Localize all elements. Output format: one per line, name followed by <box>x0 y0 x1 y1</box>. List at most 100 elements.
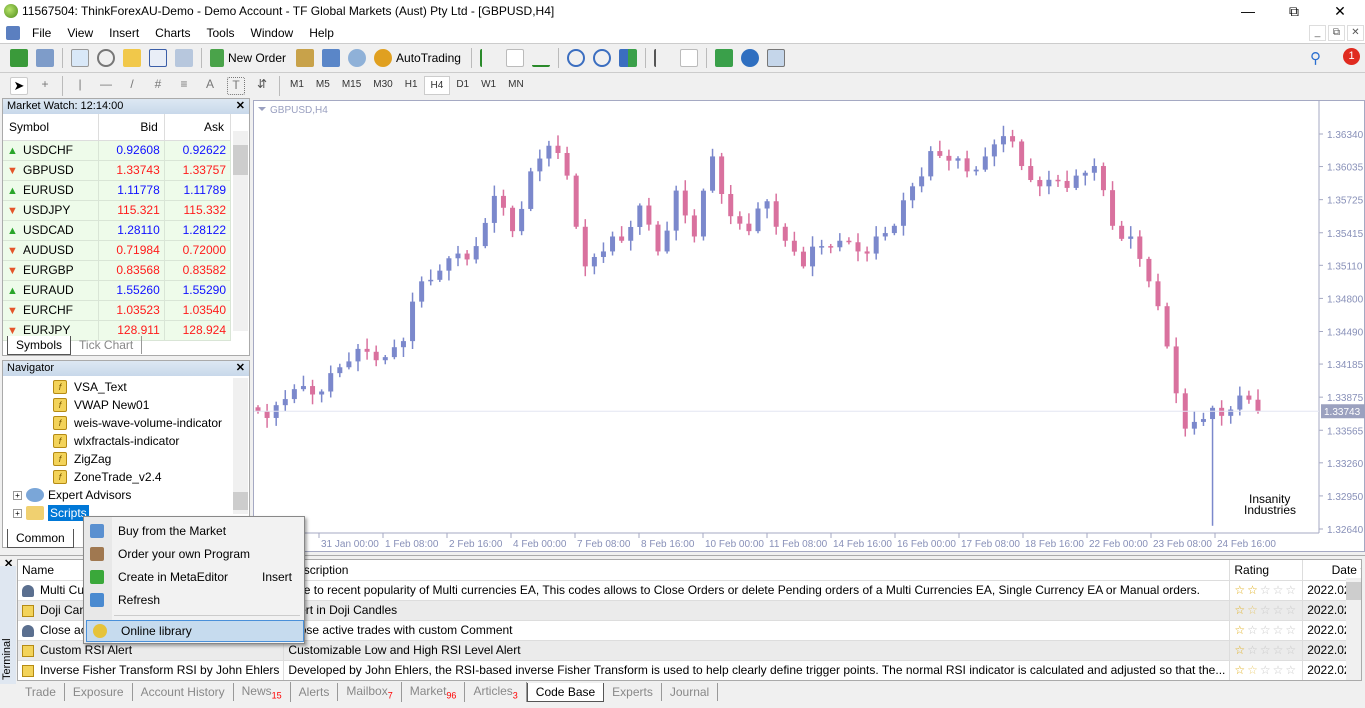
tab-mailbox[interactable]: Mailbox7 <box>338 681 402 703</box>
equidistant-channel-icon[interactable]: # <box>149 77 167 95</box>
terminal-icon[interactable] <box>149 49 167 67</box>
timeframe-m1[interactable]: M1 <box>284 76 310 95</box>
navigator-indicator-item[interactable]: f VWAP New01 <box>3 396 249 414</box>
menu-view[interactable]: View <box>59 26 101 40</box>
new-order-button[interactable]: New Order <box>228 51 286 65</box>
navigator-scrollbar[interactable] <box>233 378 248 514</box>
indicators-icon[interactable] <box>714 49 733 67</box>
tab-alerts[interactable]: Alerts <box>291 683 339 701</box>
close-market-watch-icon[interactable]: ✕ <box>236 99 245 114</box>
market-watch-row[interactable]: ▼ AUDUSD 0.71984 0.72000 <box>3 240 232 261</box>
menu-tools[interactable]: Tools <box>199 26 243 40</box>
tab-articles[interactable]: Articles3 <box>465 681 527 703</box>
market-watch-row[interactable]: ▲ USDCAD 1.28110 1.28122 <box>3 220 232 241</box>
chart-shift-icon[interactable] <box>653 49 672 67</box>
tab-trade[interactable]: Trade <box>17 683 65 701</box>
timeframe-d1[interactable]: D1 <box>450 76 475 95</box>
expand-icon[interactable]: + <box>13 490 22 500</box>
zoom-in-icon[interactable] <box>566 49 585 67</box>
col-ask[interactable]: Ask <box>164 114 232 141</box>
tab-exposure[interactable]: Exposure <box>65 683 133 701</box>
context-menu-item-online-library[interactable]: Online library <box>86 620 304 642</box>
expand-icon[interactable]: + <box>13 508 22 518</box>
profiles-icon[interactable] <box>36 49 54 67</box>
market-watch-row[interactable]: ▼ GBPUSD 1.33743 1.33757 <box>3 160 232 181</box>
context-menu-item-buy-from-the-market[interactable]: Buy from the Market <box>84 520 304 542</box>
code-base-scrollbar[interactable] <box>1346 578 1361 680</box>
tab-symbols[interactable]: Symbols <box>7 335 72 355</box>
context-menu-item-refresh[interactable]: Refresh <box>84 589 304 611</box>
chart-window[interactable]: 1.36340 1.36035 1.35725 1.35415 1.35110 1.348… <box>253 100 1365 552</box>
tab-news[interactable]: News15 <box>234 681 291 703</box>
notification-badge[interactable]: 1 <box>1343 48 1360 65</box>
price-chart[interactable]: 1.36340 1.36035 1.35725 1.35415 1.35110 1.348… <box>254 101 1365 553</box>
mdi-restore-button[interactable]: ⧉ <box>1328 25 1345 41</box>
navigator-group-expert-advisors[interactable]: + Expert Advisors <box>3 486 249 504</box>
timeframe-h4[interactable]: H4 <box>423 76 451 95</box>
text-label-icon[interactable]: T <box>227 76 245 95</box>
tab-tick-chart[interactable]: Tick Chart <box>71 336 143 354</box>
restore-button[interactable]: ⧉ <box>1271 0 1317 22</box>
minimize-button[interactable]: — <box>1225 0 1271 22</box>
menu-help[interactable]: Help <box>301 26 342 40</box>
menu-insert[interactable]: Insert <box>101 26 147 40</box>
market-watch-row[interactable]: ▼ USDJPY 115.321 115.332 <box>3 200 232 221</box>
navigator-indicator-item[interactable]: f VSA_Text <box>3 378 249 396</box>
navigator-indicator-item[interactable]: f ZigZag <box>3 450 249 468</box>
tab-journal[interactable]: Journal <box>662 683 719 701</box>
candlestick-icon[interactable] <box>505 49 524 67</box>
strategy-tester-icon[interactable] <box>175 49 193 67</box>
close-navigator-icon[interactable]: ✕ <box>236 361 245 376</box>
timeframe-w1[interactable]: W1 <box>475 76 502 95</box>
menu-window[interactable]: Window <box>243 26 302 40</box>
autotrading-button[interactable]: AutoTrading <box>396 51 461 65</box>
vertical-line-icon[interactable]: | <box>71 77 89 95</box>
timeframe-h1[interactable]: H1 <box>399 76 424 95</box>
text-icon[interactable]: A <box>201 77 219 95</box>
timeframe-m15[interactable]: M15 <box>336 76 367 95</box>
navigator-indicator-item[interactable]: f weis-wave-volume-indicator <box>3 414 249 432</box>
vps-icon[interactable] <box>322 49 341 67</box>
market-watch-scrollbar[interactable] <box>233 131 248 331</box>
context-menu-item-create-in-metaeditor[interactable]: Create in MetaEditor Insert <box>84 566 304 588</box>
tile-windows-icon[interactable] <box>618 49 637 67</box>
tab-common[interactable]: Common <box>7 528 74 548</box>
market-watch-row[interactable]: ▼ EURGBP 0.83568 0.83582 <box>3 260 232 281</box>
tab-code-base[interactable]: Code Base <box>526 682 605 702</box>
col-description[interactable]: Description <box>283 560 1231 581</box>
crosshair-icon[interactable]: + <box>36 77 54 95</box>
trendline-icon[interactable]: / <box>123 77 141 95</box>
market-watch-row[interactable]: ▲ EURUSD 1.11778 1.11789 <box>3 180 232 201</box>
zoom-out-icon[interactable] <box>592 49 611 67</box>
line-chart-icon[interactable] <box>531 49 550 67</box>
navigator-icon[interactable] <box>123 49 141 67</box>
arrows-icon[interactable]: ⇵ <box>253 77 271 95</box>
market-watch-row[interactable]: ▲ EURAUD 1.55260 1.55290 <box>3 280 232 301</box>
close-button[interactable]: ✕ <box>1317 0 1363 22</box>
data-window-icon[interactable] <box>97 49 115 67</box>
bar-chart-icon[interactable] <box>479 49 498 67</box>
code-base-row[interactable]: Inverse Fisher Transform RSI by John Ehl… <box>18 660 1361 680</box>
navigator-indicator-item[interactable]: f wlxfractals-indicator <box>3 432 249 450</box>
menu-file[interactable]: File <box>24 26 59 40</box>
col-symbol[interactable]: Symbol <box>3 114 99 141</box>
market-watch-icon[interactable] <box>71 49 89 67</box>
new-chart-icon[interactable] <box>10 49 28 67</box>
cursor-icon[interactable]: ➤ <box>10 76 28 95</box>
context-menu-item-order-your-own-program[interactable]: Order your own Program <box>84 543 304 565</box>
metaeditor-icon[interactable] <box>296 49 315 67</box>
col-rating[interactable]: Rating <box>1229 560 1304 581</box>
periods-icon[interactable] <box>740 49 759 67</box>
autoscroll-icon[interactable] <box>679 49 698 67</box>
tab-market[interactable]: Market96 <box>402 681 466 703</box>
tab-account-history[interactable]: Account History <box>133 683 234 701</box>
market-watch-row[interactable]: ▼ EURCHF 1.03523 1.03540 <box>3 300 232 321</box>
timeframe-m30[interactable]: M30 <box>367 76 398 95</box>
fibonacci-icon[interactable]: ≡ <box>175 77 193 95</box>
signals-icon[interactable] <box>348 49 367 67</box>
mdi-close-button[interactable]: ✕ <box>1347 25 1364 41</box>
col-date[interactable]: Date ▽ <box>1302 560 1361 581</box>
tab-experts[interactable]: Experts <box>604 683 662 701</box>
timeframe-mn[interactable]: MN <box>502 76 530 95</box>
mdi-minimize-button[interactable]: _ <box>1309 25 1326 41</box>
